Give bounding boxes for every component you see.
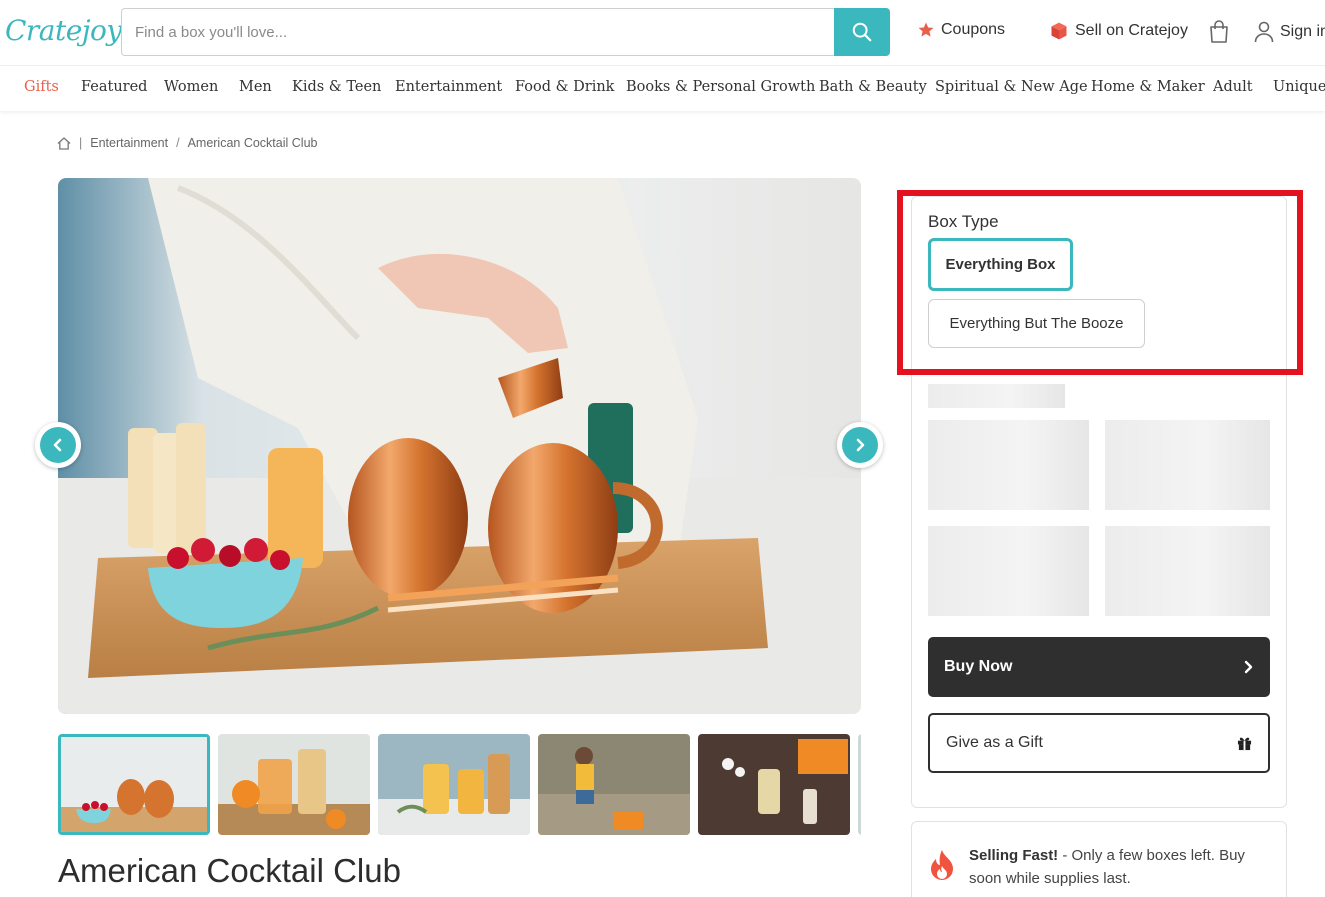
flame-icon [931,850,953,880]
shopping-bag-icon [1210,20,1228,43]
breadcrumb-current: American Cocktail Club [187,136,318,150]
category-kids-teen[interactable]: Kids & Teen [292,79,381,95]
category-entertainment[interactable]: Entertainment [395,79,502,95]
thumbnail-2[interactable] [218,734,370,835]
thumbnail-1[interactable] [58,734,210,835]
selling-fast-bold: Selling Fast! [969,847,1059,864]
option-everything-box[interactable]: Everything Box [928,238,1073,291]
thumbnail-strip [58,734,861,835]
category-women[interactable]: Women [164,79,218,95]
loading-placeholder [928,384,1065,408]
signin-label: Sign in [1280,23,1325,40]
loading-placeholder [928,420,1089,510]
category-spiritual[interactable]: Spiritual & New Age [935,79,1088,95]
give-as-gift-label: Give as a Gift [946,734,1043,751]
give-as-gift-button[interactable]: Give as a Gift [928,713,1270,773]
selling-fast-notice: Selling Fast! - Only a few boxes left. B… [911,821,1287,897]
thumbnail-5[interactable] [698,734,850,835]
buy-now-label: Buy Now [944,658,1013,675]
thumbnail-3[interactable] [378,734,530,835]
loading-placeholder [1105,420,1270,510]
coupons-link[interactable]: Coupons [917,21,1005,39]
chevron-right-icon [842,427,878,463]
category-books[interactable]: Books & Personal Growth [626,79,815,95]
selling-fast-text: Selling Fast! - Only a few boxes left. B… [969,844,1269,890]
thumbnail-4[interactable] [538,734,690,835]
sell-link[interactable]: Sell on Cratejoy [1049,21,1188,41]
chevron-left-icon [40,427,76,463]
cratejoy-logo[interactable]: Cratejoy [5,14,122,47]
user-icon [1254,21,1274,43]
breadcrumb-separator: | [79,136,83,150]
search-bar [121,8,890,56]
category-men[interactable]: Men [239,79,272,95]
category-nav: Gifts Featured Women Men Kids & Teen Ent… [0,65,1325,111]
chevron-right-icon [1244,660,1253,674]
cart-button[interactable] [1208,20,1230,44]
carousel-next-button[interactable] [837,422,883,468]
coupons-label: Coupons [941,21,1006,38]
thumbnail-6[interactable] [858,734,861,835]
category-food-drink[interactable]: Food & Drink [515,79,614,95]
breadcrumb-separator: / [176,136,180,150]
category-home-maker[interactable]: Home & Maker [1091,79,1205,95]
option-everything-but-the-booze[interactable]: Everything But The Booze [928,299,1145,348]
search-icon [852,22,872,42]
search-input[interactable] [121,8,835,56]
category-gifts[interactable]: Gifts [24,79,59,95]
breadcrumb: | Entertainment / American Cocktail Club [57,136,317,150]
carousel-prev-button[interactable] [35,422,81,468]
buy-now-button[interactable]: Buy Now [928,637,1270,697]
product-main-image [58,178,861,714]
category-unique[interactable]: Unique [1273,79,1325,95]
site-header: Cratejoy Coupons Sell on Cratejoy [0,0,1325,65]
breadcrumb-entertainment[interactable]: Entertainment [90,136,168,150]
category-featured[interactable]: Featured [81,79,147,95]
box-type-label: Box Type [928,212,999,231]
category-bath-beauty[interactable]: Bath & Beauty [819,79,927,95]
product-title: American Cocktail Club [58,852,401,889]
gift-icon [1237,737,1252,750]
search-button[interactable] [834,8,890,56]
category-adult[interactable]: Adult [1213,79,1253,95]
home-icon[interactable] [57,136,71,150]
star-icon [917,21,935,39]
box-icon [1049,21,1069,41]
signin-link[interactable]: Sign in [1254,21,1325,43]
sell-label: Sell on Cratejoy [1075,22,1188,39]
loading-placeholder [928,526,1089,616]
loading-placeholder [1105,526,1270,616]
